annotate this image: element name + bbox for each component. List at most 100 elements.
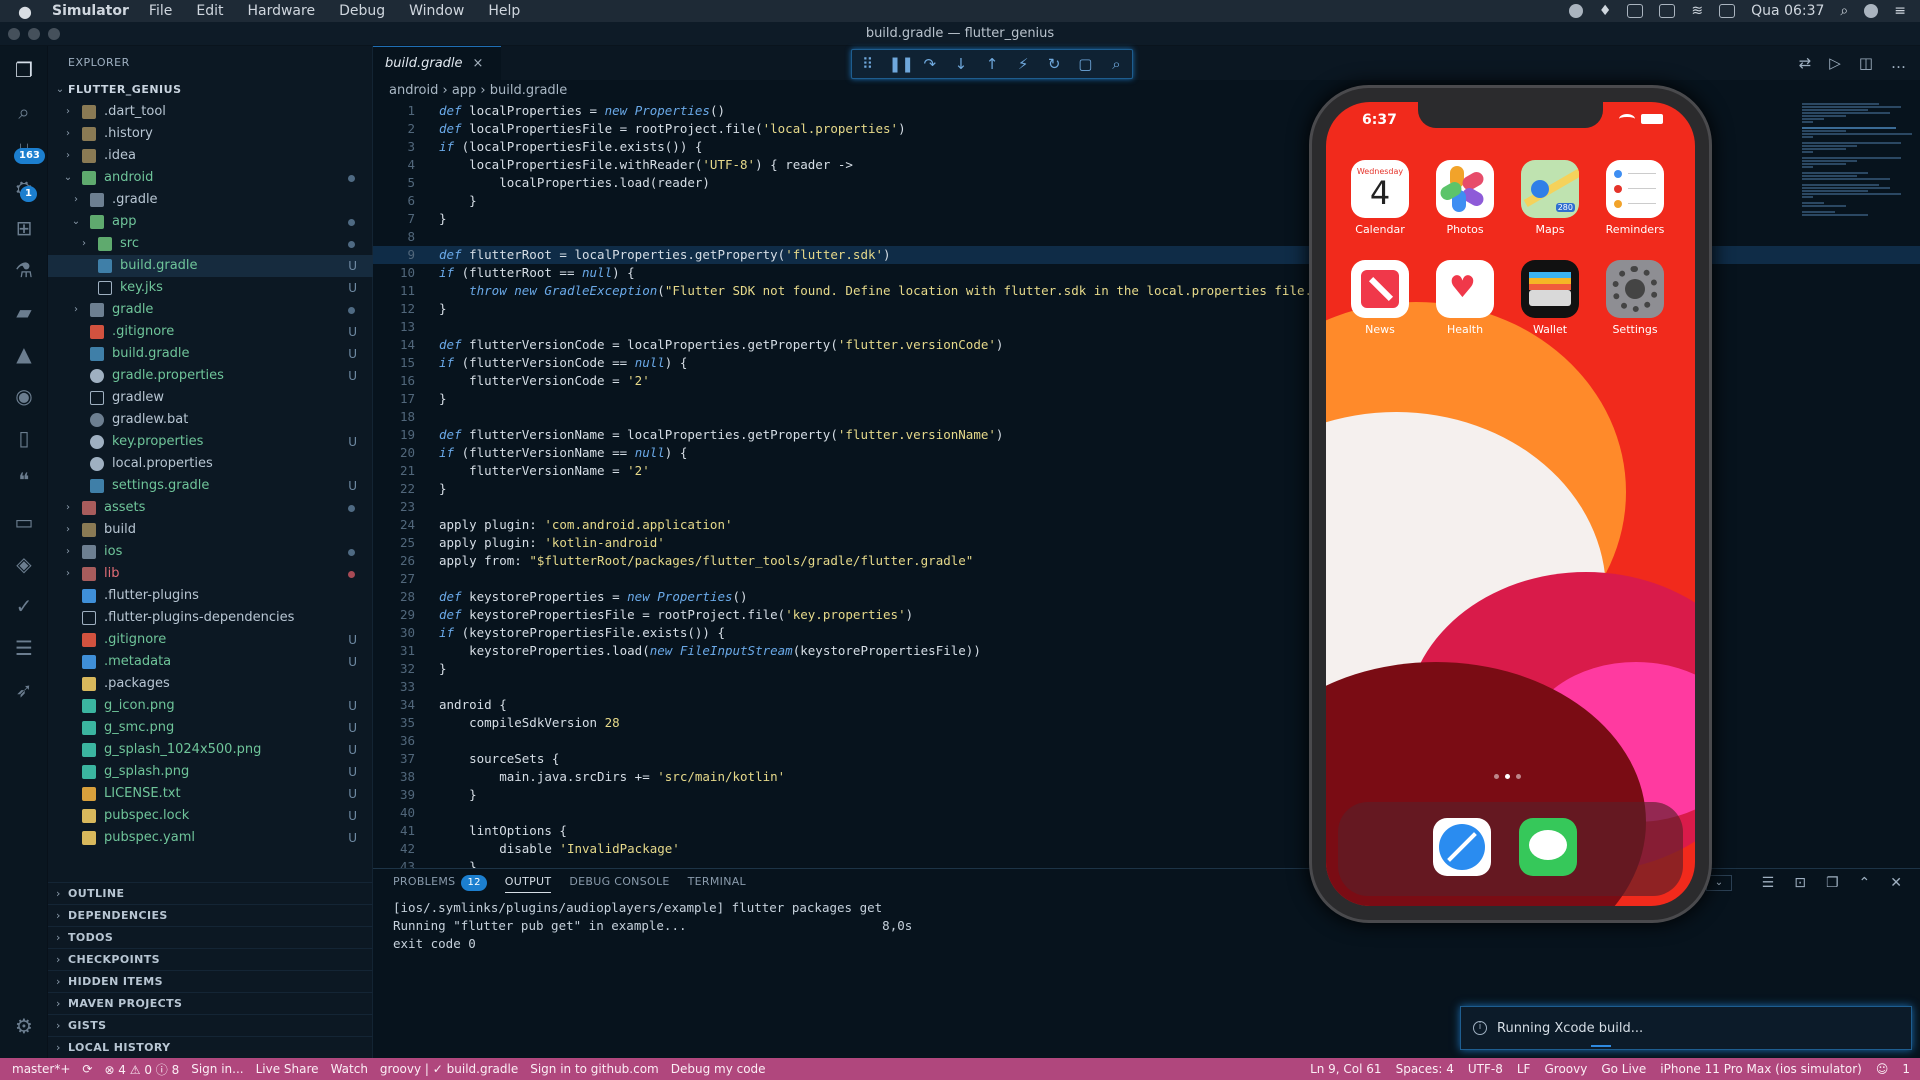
- sign-in-button[interactable]: Sign in...: [191, 1062, 243, 1076]
- live-share-button[interactable]: Live Share: [256, 1062, 319, 1076]
- pause-icon[interactable]: ❚❚: [889, 55, 914, 73]
- step-over-icon[interactable]: ↷: [920, 55, 940, 73]
- tree-item-android-build-gradle[interactable]: build.gradle U: [48, 343, 373, 365]
- git-branch[interactable]: master*+: [12, 1062, 70, 1076]
- app-maps[interactable]: 280 Maps: [1520, 160, 1580, 236]
- section-checkpoints[interactable]: CHECKPOINTS: [48, 948, 373, 971]
- tree-item-src[interactable]: › src: [48, 233, 373, 255]
- quotes-icon[interactable]: ❝: [12, 468, 36, 492]
- section-local-history[interactable]: LOCAL HISTORY: [48, 1036, 373, 1059]
- tree-item-pubspec-yaml[interactable]: pubspec.yaml U: [48, 827, 373, 849]
- bookmarks-icon[interactable]: ▯: [12, 426, 36, 450]
- tree-item-gradle-properties[interactable]: gradle.properties U: [48, 365, 373, 387]
- hot-reload-icon[interactable]: ⚡: [1013, 55, 1033, 73]
- minimap[interactable]: [1802, 102, 1912, 302]
- notifications-count[interactable]: 1: [1902, 1062, 1910, 1076]
- tree-item-settings-gradle[interactable]: settings.gradle U: [48, 475, 373, 497]
- run-icon[interactable]: ▷: [1829, 54, 1841, 72]
- language-mode[interactable]: Groovy: [1544, 1062, 1587, 1076]
- gallery-icon[interactable]: ◈: [12, 552, 36, 576]
- spotlight-icon[interactable]: ⌕: [1840, 3, 1848, 19]
- section-gists[interactable]: GISTS: [48, 1014, 373, 1037]
- section-maven-projects[interactable]: MAVEN PROJECTS: [48, 992, 373, 1015]
- close-panel-icon[interactable]: ✕: [1890, 875, 1902, 891]
- github-sign-in[interactable]: Sign in to github.com: [530, 1062, 659, 1076]
- app-calendar[interactable]: Wednesday 4 Calendar: [1350, 160, 1410, 236]
- microphone-icon[interactable]: ♦: [1599, 3, 1612, 19]
- page-indicator[interactable]: [1494, 774, 1521, 779]
- close-tab-icon[interactable]: ×: [473, 56, 484, 71]
- zoom-window-button[interactable]: [48, 28, 60, 40]
- section-outline[interactable]: OUTLINE: [48, 882, 373, 905]
- apple-menu-icon[interactable]: ●: [18, 2, 40, 21]
- stop-icon[interactable]: ▢: [1075, 55, 1095, 73]
- menu-debug[interactable]: Debug: [339, 3, 385, 19]
- display-icon[interactable]: [1659, 4, 1676, 18]
- tree-item-flutter-plugins[interactable]: .flutter-plugins: [48, 585, 373, 607]
- tree-item-gradlew-bat[interactable]: gradlew.bat: [48, 409, 373, 431]
- maximize-panel-icon[interactable]: ⌃: [1859, 875, 1871, 891]
- tree-item-assets[interactable]: › assets: [48, 497, 373, 519]
- cursor-position[interactable]: Ln 9, Col 61: [1310, 1062, 1382, 1076]
- restart-icon[interactable]: ↻: [1044, 55, 1064, 73]
- close-window-button[interactable]: [8, 28, 20, 40]
- split-editor-icon[interactable]: ◫: [1859, 54, 1873, 72]
- encoding[interactable]: UTF-8: [1468, 1062, 1503, 1076]
- settings-gear-icon[interactable]: ⚙: [12, 1014, 36, 1038]
- testing-icon[interactable]: ⚗: [12, 258, 36, 282]
- screen-icon[interactable]: [1627, 4, 1644, 18]
- menu-help[interactable]: Help: [488, 3, 520, 19]
- tree-item-lib[interactable]: › lib: [48, 563, 373, 585]
- battery-icon[interactable]: [1719, 4, 1736, 18]
- tree-item-idea[interactable]: › .idea: [48, 145, 373, 167]
- menu-file[interactable]: File: [149, 3, 172, 19]
- github-icon[interactable]: ◉: [12, 384, 36, 408]
- feedback-icon[interactable]: ☺: [1876, 1062, 1889, 1076]
- tree-item-build[interactable]: › build: [48, 519, 373, 541]
- tree-item-packages[interactable]: .packages: [48, 673, 373, 695]
- app-safari[interactable]: [1432, 818, 1492, 876]
- tab-build-gradle[interactable]: build.gradle ×: [373, 46, 501, 80]
- checkpoints-icon[interactable]: ✓: [12, 594, 36, 618]
- tree-item-gradle[interactable]: › gradle: [48, 299, 373, 321]
- tree-item-app[interactable]: ⌄ app: [48, 211, 373, 233]
- tree-item-license[interactable]: LICENSE.txt U: [48, 783, 373, 805]
- tree-item-metadata[interactable]: .metadata U: [48, 651, 373, 673]
- tree-item-pubspec-lock[interactable]: pubspec.lock U: [48, 805, 373, 827]
- tree-item-key-jks[interactable]: key.jks U: [48, 277, 373, 299]
- rocket-icon[interactable]: ➶: [12, 678, 36, 702]
- tree-item-history[interactable]: › .history: [48, 123, 373, 145]
- indentation[interactable]: Spaces: 4: [1396, 1062, 1454, 1076]
- more-actions-icon[interactable]: …: [1891, 54, 1906, 72]
- home-screen[interactable]: 6:37 Wednesday 4 Calendar Photos 280 Map…: [1326, 102, 1695, 906]
- drag-handle-icon[interactable]: ⠿: [858, 55, 878, 73]
- open-log-icon[interactable]: ❐: [1826, 875, 1839, 891]
- tab-output[interactable]: OUTPUT: [504, 875, 552, 893]
- section-todos[interactable]: TODOS: [48, 926, 373, 949]
- tree-item-android[interactable]: ⌄ android: [48, 167, 373, 189]
- explorer-icon[interactable]: ❐: [12, 58, 36, 82]
- project-root[interactable]: ⌄ FLUTTER_GENIUS: [48, 79, 373, 101]
- breadcrumb-android[interactable]: android: [389, 83, 438, 98]
- inspect-icon[interactable]: ⌕: [1106, 55, 1126, 73]
- open-changes-icon[interactable]: ⇄: [1799, 54, 1812, 72]
- menu-clock[interactable]: Qua 06:37: [1751, 3, 1824, 19]
- tree-item-gradle-cache[interactable]: › .gradle: [48, 189, 373, 211]
- breadcrumb-file[interactable]: build.gradle: [490, 83, 568, 98]
- section-hidden-items[interactable]: HIDDEN ITEMS: [48, 970, 373, 993]
- docker-icon[interactable]: ▰: [12, 300, 36, 324]
- language-status[interactable]: groovy | ✓ build.gradle: [380, 1062, 518, 1076]
- section-dependencies[interactable]: DEPENDENCIES: [48, 904, 373, 927]
- app-menu-simulator[interactable]: Simulator: [52, 3, 129, 19]
- tree-item-key-properties[interactable]: key.properties U: [48, 431, 373, 453]
- tree-item-g-smc[interactable]: g_smc.png U: [48, 717, 373, 739]
- notification-center-icon[interactable]: ≡: [1894, 3, 1906, 19]
- tab-terminal[interactable]: TERMINAL: [688, 875, 746, 893]
- tree-item-dart-tool[interactable]: › .dart_tool: [48, 101, 373, 123]
- menu-edit[interactable]: Edit: [196, 3, 223, 19]
- wifi-icon[interactable]: ≋: [1691, 3, 1703, 19]
- app-messages[interactable]: [1518, 818, 1578, 876]
- step-out-icon[interactable]: ↑: [982, 55, 1002, 73]
- azure-icon[interactable]: ▲: [12, 342, 36, 366]
- menu-hardware[interactable]: Hardware: [247, 3, 315, 19]
